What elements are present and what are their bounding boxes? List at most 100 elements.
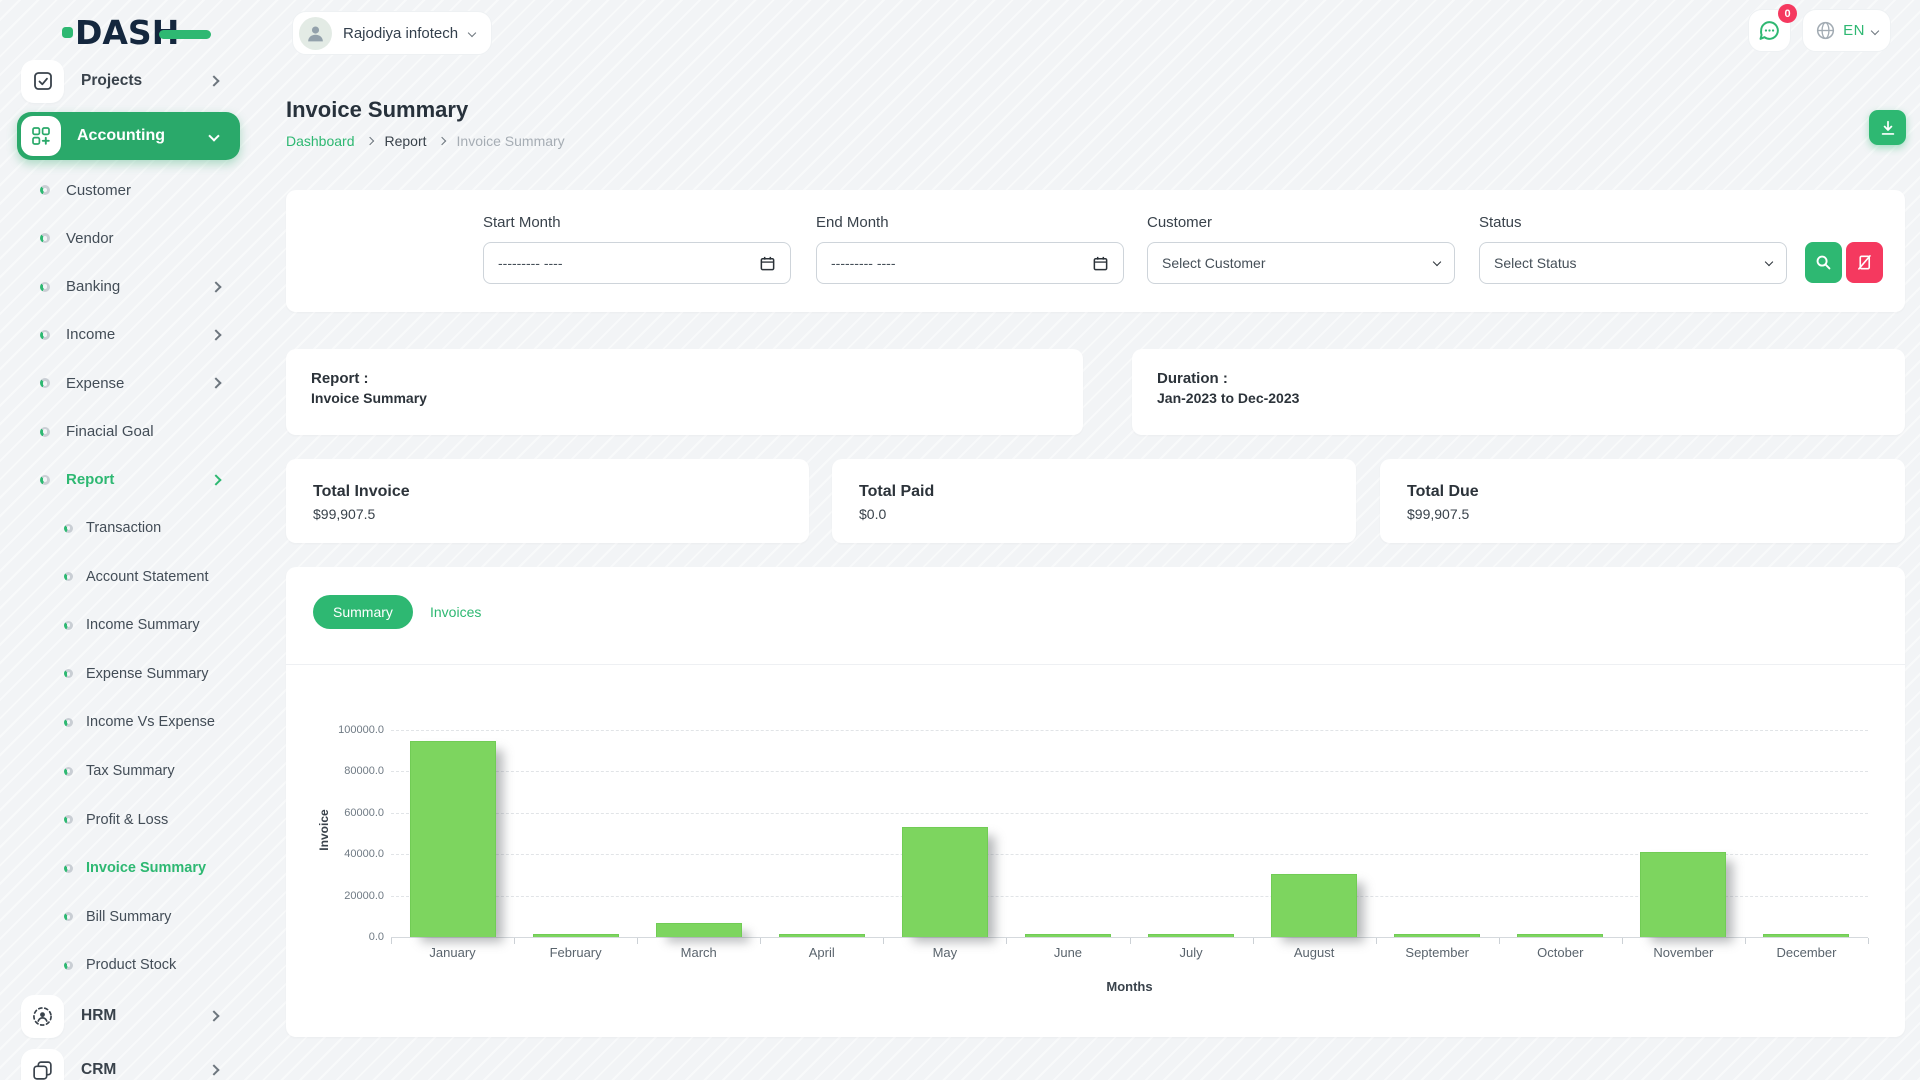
total-paid-value: $0.0 <box>859 506 1329 522</box>
bar-march[interactable] <box>656 923 742 937</box>
customer-select-value: Select Customer <box>1162 255 1265 271</box>
status-select-value: Select Status <box>1494 255 1577 271</box>
chart-axis-tick <box>760 938 761 944</box>
sidebar-item-transaction[interactable]: Transaction <box>17 504 240 552</box>
tab-summary[interactable]: Summary <box>313 595 413 629</box>
status-select[interactable]: Select Status <box>1479 242 1787 284</box>
chevron-down-icon <box>1871 26 1879 34</box>
y-tick-label: 60000.0 <box>286 807 384 819</box>
sidebar-item-label: Vendor <box>66 230 114 247</box>
chart-axis-tick <box>883 938 884 944</box>
customer-select[interactable]: Select Customer <box>1147 242 1455 284</box>
y-tick-label: 100000.0 <box>286 724 384 736</box>
bullet-icon <box>40 378 50 388</box>
sidebar-item-report[interactable]: Report <box>17 456 240 504</box>
sidebar-item-label: Invoice Summary <box>86 860 206 876</box>
bar-january[interactable] <box>410 741 496 937</box>
divider <box>286 664 1905 665</box>
sidebar-item-profit-loss[interactable]: Profit & Loss <box>17 796 240 844</box>
status-label: Status <box>1479 214 1787 231</box>
sidebar-item-banking[interactable]: Banking <box>17 263 240 311</box>
sidebar-item-finacial-goal[interactable]: Finacial Goal <box>17 408 240 456</box>
x-tick-label: June <box>1006 945 1130 960</box>
sidebar-item-income-summary[interactable]: Income Summary <box>17 601 240 649</box>
calendar-icon <box>1092 255 1109 272</box>
sidebar-item-projects[interactable]: Projects <box>17 57 240 105</box>
bullet-icon <box>64 669 73 678</box>
sidebar-item-account-statement[interactable]: Account Statement <box>17 553 240 601</box>
bar-june[interactable] <box>1025 934 1111 937</box>
chat-bubble-icon <box>1757 18 1782 43</box>
report-info-card: Report : Invoice Summary <box>286 349 1083 435</box>
x-tick-label: September <box>1375 945 1499 960</box>
y-tick-label: 40000.0 <box>286 848 384 860</box>
bar-february[interactable] <box>533 934 619 937</box>
sidebar-item-label: Product Stock <box>86 957 176 973</box>
sidebar-item-crm[interactable]: CRM <box>17 1046 240 1080</box>
language-selector[interactable]: EN <box>1802 9 1891 52</box>
bar-december[interactable] <box>1763 934 1849 937</box>
sidebar-item-tax-summary[interactable]: Tax Summary <box>17 747 240 795</box>
sidebar-item-label: Projects <box>81 72 142 90</box>
tab-invoices[interactable]: Invoices <box>430 604 481 620</box>
duration-label: Duration : <box>1157 370 1880 387</box>
bar-july[interactable] <box>1148 934 1234 937</box>
messages-button[interactable]: 0 <box>1748 9 1791 52</box>
sidebar-item-product-stock[interactable]: Product Stock <box>17 941 240 989</box>
sidebar-item-expense-summary[interactable]: Expense Summary <box>17 650 240 698</box>
breadcrumb-report[interactable]: Report <box>385 133 427 149</box>
chevron-right-icon <box>208 1064 219 1075</box>
x-tick-label: October <box>1498 945 1622 960</box>
chevron-down-icon <box>1765 257 1773 265</box>
sidebar-item-vendor[interactable]: Vendor <box>17 214 240 262</box>
x-tick-label: August <box>1252 945 1376 960</box>
bullet-icon <box>40 330 50 340</box>
sidebar-item-hrm[interactable]: HRM <box>17 992 240 1040</box>
start-month-input[interactable]: --------- ---- <box>483 242 791 284</box>
chart-axis-tick <box>1499 938 1500 944</box>
chart-x-axis-title: Months <box>391 979 1868 994</box>
overlap-squares-icon <box>31 1059 54 1080</box>
breadcrumb: Dashboard Report Invoice Summary <box>286 133 565 149</box>
sidebar-item-bill-summary[interactable]: Bill Summary <box>17 893 240 941</box>
calendar-icon <box>759 255 776 272</box>
y-tick-label: 0.0 <box>286 931 384 943</box>
bar-may[interactable] <box>902 827 988 937</box>
user-focus-icon <box>31 1005 54 1028</box>
bullet-icon <box>64 815 73 824</box>
chevron-right-icon <box>210 378 221 389</box>
chevron-down-icon <box>468 29 476 37</box>
bar-april[interactable] <box>779 934 865 937</box>
end-month-input[interactable]: --------- ---- <box>816 242 1124 284</box>
sidebar-item-label: Bill Summary <box>86 909 171 925</box>
sidebar-item-income[interactable]: Income <box>17 311 240 359</box>
sidebar-item-label: Profit & Loss <box>86 812 168 828</box>
download-button[interactable] <box>1869 110 1906 145</box>
bar-november[interactable] <box>1640 852 1726 937</box>
company-selector[interactable]: Rajodiya infotech <box>292 11 492 55</box>
bar-august[interactable] <box>1271 874 1357 937</box>
sidebar-item-invoice-summary[interactable]: Invoice Summary <box>17 844 240 892</box>
bar-september[interactable] <box>1394 934 1480 937</box>
modules-plus-icon <box>30 125 52 147</box>
chart-axis-tick <box>514 938 515 944</box>
breadcrumb-current: Invoice Summary <box>457 133 565 149</box>
sidebar-item-label: HRM <box>81 1007 116 1025</box>
sidebar-item-customer[interactable]: Customer <box>17 166 240 214</box>
sidebar-item-accounting[interactable]: Accounting <box>17 112 240 160</box>
total-due-card: Total Due $99,907.5 <box>1380 459 1905 543</box>
bar-october[interactable] <box>1517 934 1603 937</box>
apply-filter-button[interactable] <box>1805 242 1842 283</box>
reset-filter-button[interactable] <box>1846 242 1883 283</box>
sidebar-item-label: Income <box>66 326 115 343</box>
x-tick-label: May <box>883 945 1007 960</box>
total-paid-label: Total Paid <box>859 483 1329 501</box>
sidebar-item-expense[interactable]: Expense <box>17 359 240 407</box>
y-tick-label: 20000.0 <box>286 890 384 902</box>
chart-gridline <box>391 730 1868 731</box>
download-icon <box>1879 119 1897 137</box>
duration-info-card: Duration : Jan-2023 to Dec-2023 <box>1132 349 1905 435</box>
breadcrumb-dashboard[interactable]: Dashboard <box>286 133 355 149</box>
x-tick-label: March <box>637 945 761 960</box>
sidebar-item-income-vs-expense[interactable]: Income Vs Expense <box>17 698 240 746</box>
